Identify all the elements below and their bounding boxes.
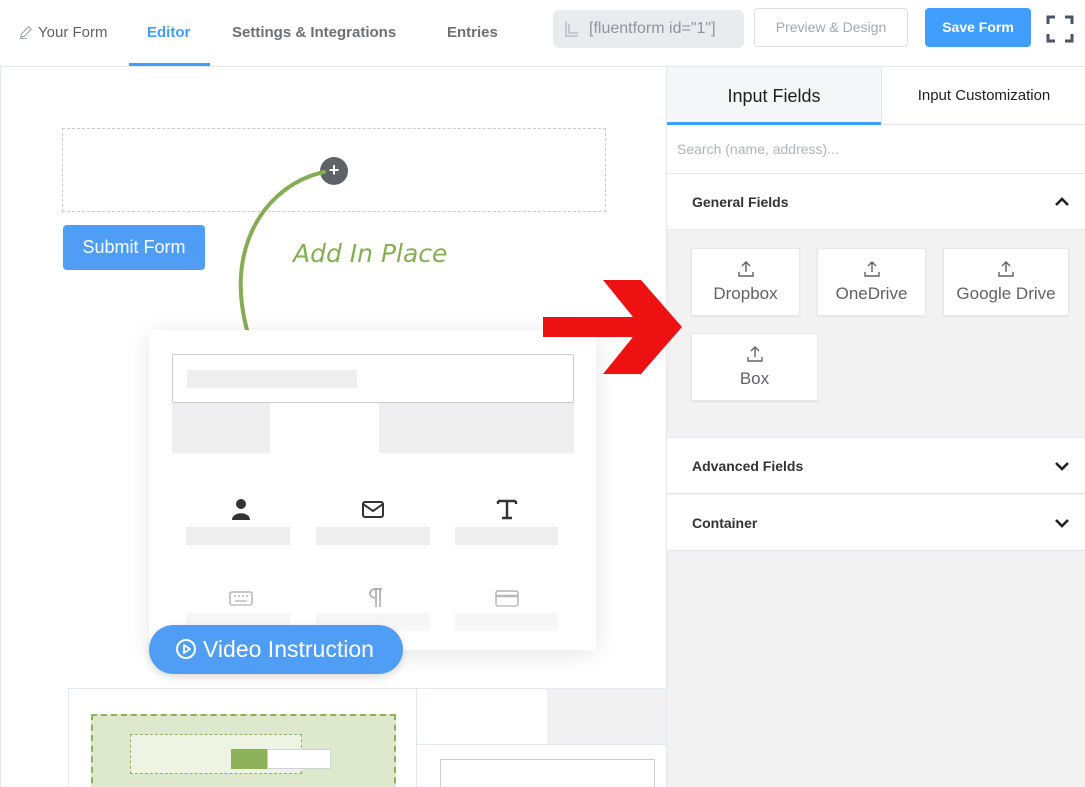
- mock-label: [455, 527, 558, 545]
- field-onedrive[interactable]: OneDrive: [817, 248, 926, 316]
- video-instruction-button[interactable]: Video Instruction: [149, 625, 403, 674]
- red-arrow-annotation: [543, 280, 682, 374]
- fields-panel: Input Fields Input Customization Search …: [666, 67, 1085, 787]
- mock-input: [172, 354, 574, 403]
- tab-input-fields[interactable]: Input Fields: [667, 67, 881, 125]
- field-search-input[interactable]: Search (name, address)...: [667, 125, 1085, 174]
- pencil-icon: [19, 26, 32, 39]
- save-form-button[interactable]: Save Form: [925, 8, 1031, 47]
- form-preview-illustration: [149, 330, 596, 650]
- add-in-place-annotation: Add In Place: [293, 239, 448, 268]
- mock-label: [186, 527, 290, 545]
- general-fields-list: Dropbox OneDrive Google Drive Box: [667, 230, 1085, 438]
- upload-icon: [863, 261, 880, 277]
- nav-editor-tab[interactable]: Editor: [147, 0, 190, 66]
- chevron-down-icon: [1055, 519, 1069, 528]
- play-circle-icon: [176, 639, 196, 659]
- nav-your-form[interactable]: Your Form: [19, 0, 107, 66]
- nav-entries-tab[interactable]: Entries: [447, 0, 498, 66]
- field-google-drive[interactable]: Google Drive: [943, 248, 1069, 316]
- tab-input-customization[interactable]: Input Customization: [881, 67, 1085, 125]
- active-tab-indicator: [129, 63, 210, 66]
- copy-icon: [565, 21, 578, 37]
- form-editor-canvas: + Submit Form Add In Place Video Instruc…: [0, 67, 667, 787]
- upload-icon: [998, 261, 1014, 277]
- layout-illustration-block: [547, 689, 667, 744]
- field-box-label: Box: [739, 369, 770, 388]
- column-illustration: [130, 734, 331, 774]
- general-fields-title: General Fields: [692, 194, 789, 210]
- field-box[interactable]: Box: [691, 333, 818, 401]
- shortcode-copy[interactable]: [fluentform id="1"]: [553, 10, 744, 48]
- layout-illustration: [68, 688, 667, 787]
- field-google-drive-label: Google Drive: [956, 284, 1056, 303]
- nav-settings-tab[interactable]: Settings & Integrations: [232, 0, 396, 66]
- chevron-up-icon: [1055, 197, 1069, 206]
- chevron-down-icon: [1055, 462, 1069, 471]
- panel-tabs: Input Fields Input Customization: [667, 67, 1085, 125]
- advanced-fields-header[interactable]: Advanced Fields: [667, 438, 1085, 494]
- general-fields-header[interactable]: General Fields: [667, 174, 1085, 230]
- divider: [417, 744, 667, 745]
- mock-block: [172, 403, 270, 453]
- field-dropbox[interactable]: Dropbox: [691, 248, 800, 316]
- nav-your-form-label: Your Form: [38, 24, 108, 41]
- submit-form-button[interactable]: Submit Form: [63, 225, 205, 270]
- mock-block: [379, 403, 574, 453]
- layout-illustration-box: [440, 759, 655, 787]
- upload-icon: [737, 261, 754, 277]
- upload-icon: [746, 346, 763, 362]
- user-icon: [232, 499, 250, 520]
- container-header[interactable]: Container: [667, 495, 1085, 551]
- shortcode-text: [fluentform id="1"]: [589, 20, 716, 37]
- advanced-fields-title: Advanced Fields: [692, 458, 804, 474]
- top-bar: Your Form Editor Settings & Integrations…: [0, 0, 1085, 67]
- envelope-icon: [362, 501, 384, 518]
- container-title: Container: [692, 515, 758, 531]
- field-onedrive-label: OneDrive: [835, 284, 908, 303]
- text-icon: [496, 499, 518, 520]
- mock-label: [316, 527, 430, 545]
- video-instruction-label: Video Instruction: [203, 636, 374, 662]
- field-dropbox-label: Dropbox: [713, 284, 778, 303]
- fullscreen-icon[interactable]: [1046, 15, 1074, 43]
- preview-design-button[interactable]: Preview & Design: [754, 8, 908, 47]
